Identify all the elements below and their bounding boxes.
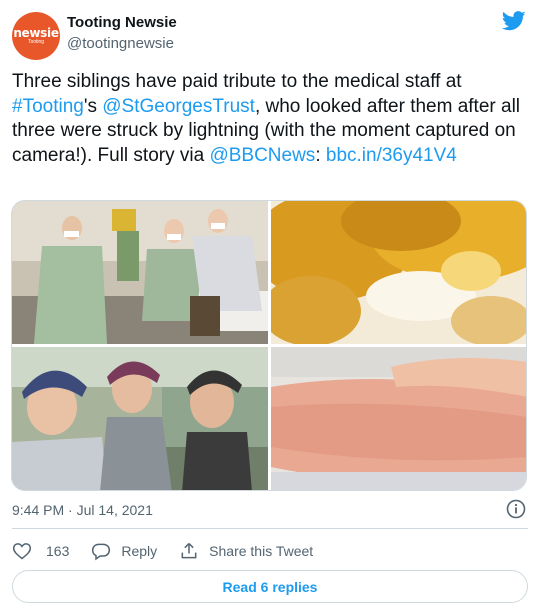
action-bar: 163 Reply Share this Tweet (12, 540, 335, 562)
reply-icon (92, 543, 111, 561)
account-handle[interactable]: @tootingnewsie (67, 35, 174, 52)
photo-lightning-trees[interactable] (271, 201, 526, 344)
share-icon (181, 542, 197, 559)
tweet-link[interactable]: bbc.in/36y41V4 (326, 145, 457, 166)
divider (12, 528, 528, 529)
photo-hospital-siblings[interactable] (12, 201, 268, 344)
tweet-text-segment: : (315, 144, 326, 166)
photo-arm-lightning-mark[interactable] (271, 347, 526, 490)
media-grid (11, 200, 527, 491)
tweet-text-segment: Three siblings have paid tribute to the … (12, 71, 462, 92)
tweet-link[interactable]: @BBCNews (209, 145, 315, 166)
info-icon[interactable] (506, 499, 526, 519)
avatar-sub: Tooting (27, 38, 45, 45)
tweet-link[interactable]: @StGeorgesTrust (102, 96, 255, 117)
photo-cyclists-selfie[interactable] (12, 347, 268, 490)
heart-icon (12, 543, 32, 560)
tweet-link[interactable]: #Tooting (12, 96, 84, 117)
twitter-bird-icon[interactable] (502, 11, 526, 31)
reply-label: Reply (121, 543, 158, 559)
reply-button[interactable]: Reply (91, 541, 157, 561)
tweet-timestamp[interactable]: 9:44 PM · Jul 14, 2021 (12, 502, 153, 518)
read-replies-button[interactable]: Read 6 replies (12, 570, 528, 603)
account-name[interactable]: Tooting Newsie (67, 14, 177, 31)
tweet-text: Three siblings have paid tribute to the … (12, 70, 528, 168)
like-button[interactable]: 163 (12, 541, 69, 561)
share-label: Share this Tweet (209, 543, 314, 559)
avatar[interactable]: newsie Tooting (12, 12, 60, 60)
avatar-brand: newsie (13, 25, 59, 40)
like-count: 163 (46, 543, 70, 559)
tweet-text-segment: 's (83, 95, 103, 117)
share-button[interactable]: Share this Tweet (179, 541, 313, 561)
